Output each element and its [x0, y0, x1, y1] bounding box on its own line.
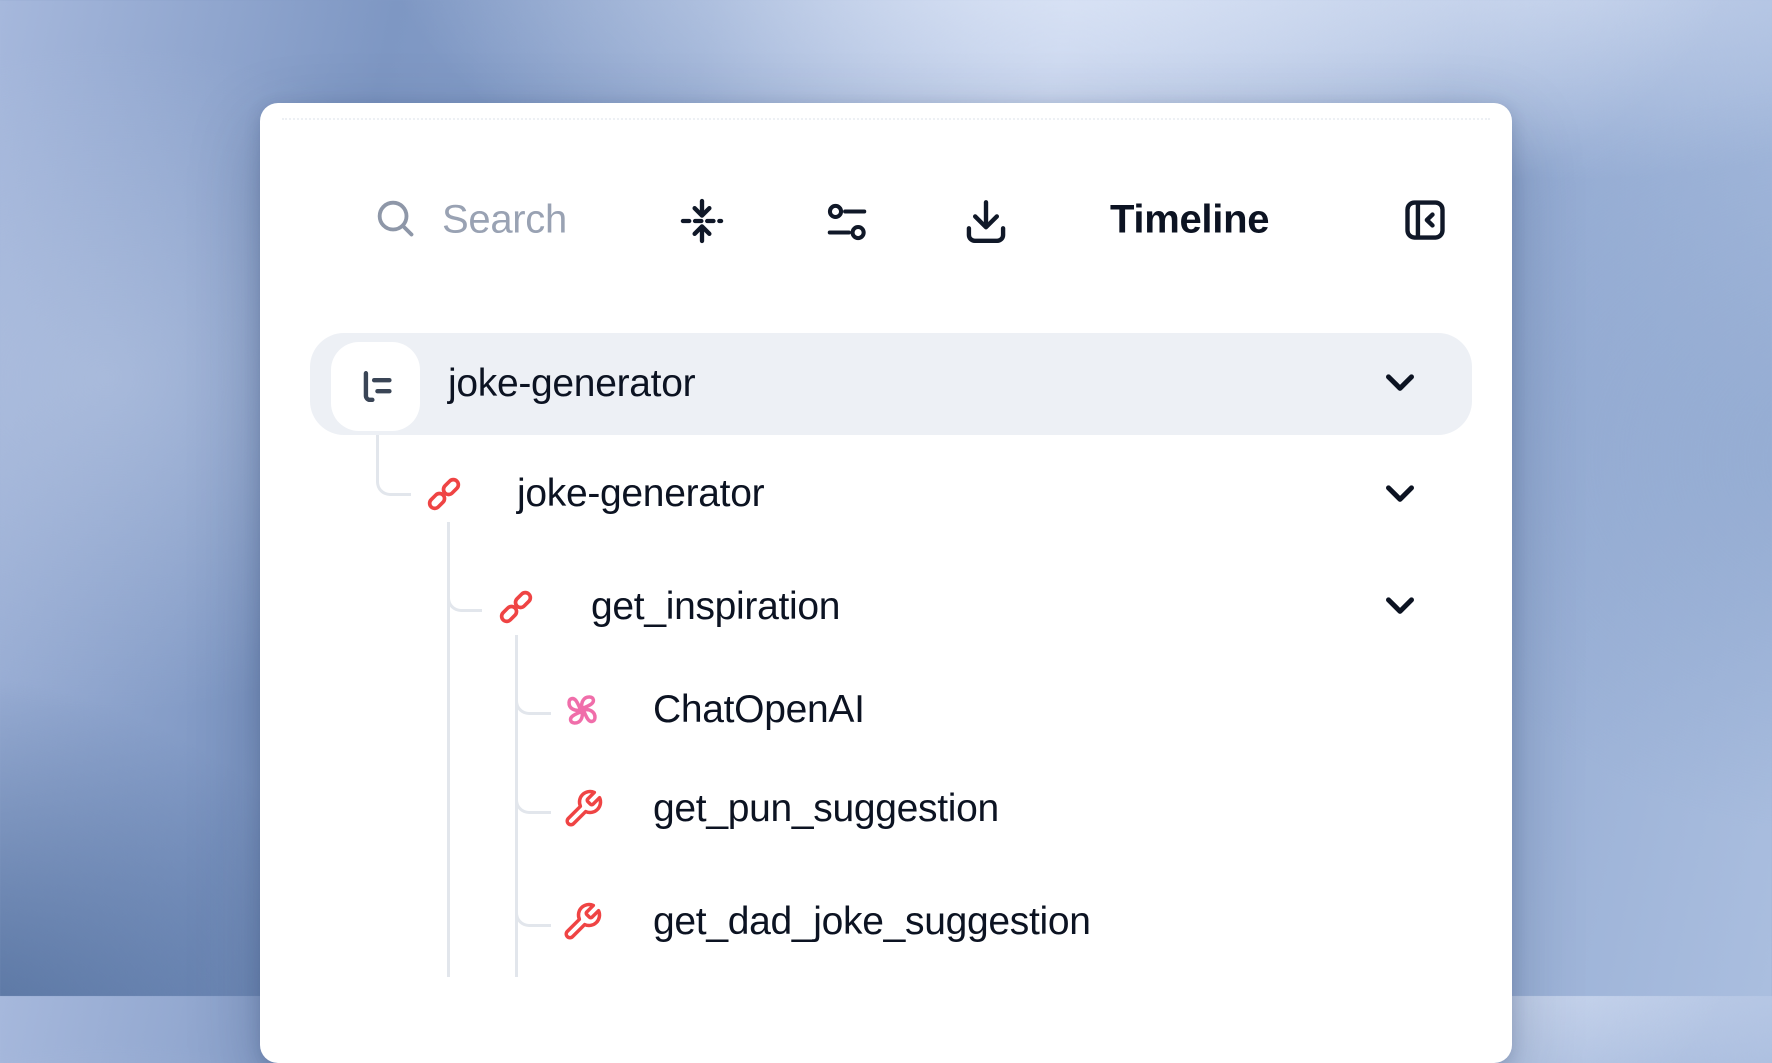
wrench-icon — [562, 788, 604, 830]
tree-row-get-inspiration[interactable]: get_inspiration — [482, 571, 1430, 643]
collapse-all-button[interactable] — [676, 195, 728, 247]
tree-row-label: joke-generator — [448, 362, 695, 406]
tree-structure-icon — [354, 365, 398, 409]
download-button[interactable] — [961, 196, 1011, 246]
row-expand-toggle[interactable] — [1377, 582, 1423, 628]
filter-sliders-icon — [824, 199, 870, 245]
tree-connector-branch-dadjoke — [515, 876, 551, 927]
chevron-down-icon — [1377, 582, 1423, 628]
trace-viewer-card: Search Timeline — [260, 103, 1512, 1063]
desktop-background: { "toolbar": { "search": { "label": "Sea… — [0, 0, 1772, 996]
row-expand-toggle[interactable] — [1377, 470, 1423, 516]
tree-row-label: joke-generator — [517, 472, 764, 516]
filter-sliders-button[interactable] — [824, 199, 870, 245]
root-icon-badge — [331, 342, 420, 431]
tree-connector-branch-pun — [515, 763, 551, 814]
chevron-down-icon — [1377, 359, 1423, 405]
download-icon — [961, 196, 1011, 246]
search-placeholder: Search — [442, 198, 567, 243]
tree-row-label: get_pun_suggestion — [653, 787, 999, 831]
search-icon — [372, 195, 418, 241]
card-top-divider — [282, 118, 1490, 120]
collapse-panel-icon — [1400, 194, 1450, 246]
chain-link-icon — [495, 586, 537, 628]
search-control[interactable]: Search — [368, 193, 668, 249]
chevron-down-icon — [1377, 470, 1423, 516]
row-expand-toggle[interactable] — [1377, 359, 1423, 405]
tree-row-label: get_inspiration — [591, 585, 840, 629]
tree-row-joke-generator-chain[interactable]: joke-generator — [410, 458, 1430, 530]
timeline-toggle[interactable]: Timeline — [1110, 198, 1269, 243]
wrench-icon — [561, 901, 603, 943]
collapse-panel-button[interactable] — [1400, 194, 1450, 246]
chain-link-icon — [423, 473, 465, 515]
tree-row-get-pun-suggestion[interactable]: get_pun_suggestion — [548, 773, 1430, 845]
collapse-all-icon — [676, 195, 728, 247]
pinwheel-icon — [561, 689, 603, 731]
tree-row-label: get_dad_joke_suggestion — [653, 900, 1091, 944]
tree-connector-branch-chatopenai — [515, 664, 551, 715]
tree-connector-root — [376, 435, 411, 496]
tree-connector-branch-l2 — [447, 561, 482, 612]
tree-row-label: ChatOpenAI — [653, 688, 865, 732]
tree-row-get-dad-joke-suggestion[interactable]: get_dad_joke_suggestion — [548, 886, 1430, 958]
tree-row-chatopenai[interactable]: ChatOpenAI — [548, 674, 1430, 746]
